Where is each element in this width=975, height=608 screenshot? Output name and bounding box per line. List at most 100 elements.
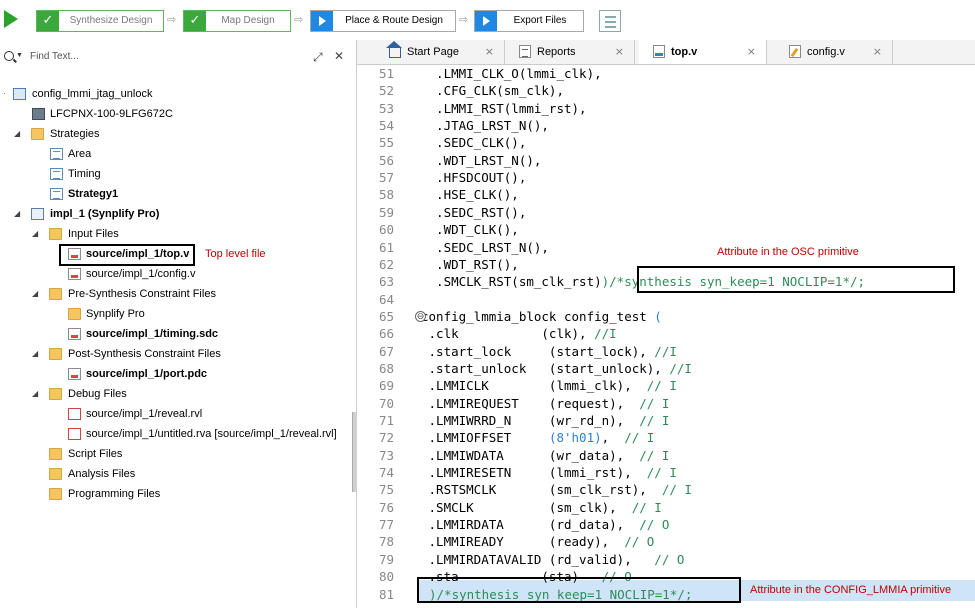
- code-text: .LMMI_RST(lmmi_rst),: [421, 100, 587, 117]
- line-number: 61: [378, 239, 394, 255]
- export-files-button[interactable]: Export Files: [474, 10, 584, 32]
- report-checklist-button[interactable]: [599, 10, 621, 32]
- code-line: 73 .LMMIWDATA (wr_data), // I: [357, 447, 975, 464]
- line-number: 66: [378, 326, 394, 342]
- step-label: Export Files: [513, 15, 567, 26]
- line-number: 69: [378, 378, 394, 394]
- code-comment: // I: [639, 395, 670, 411]
- tree-item-label: Programming Files: [68, 488, 161, 500]
- code-text: .HSE_CLK(),: [421, 186, 519, 203]
- code-text: .LMMIREADY (ready), // O: [421, 533, 655, 550]
- chevron-down-icon[interactable]: ◢: [14, 125, 24, 143]
- annotation-top-level-file: Top level file: [205, 248, 266, 260]
- tree-item-label: Timing: [68, 168, 101, 180]
- chevron-down-icon[interactable]: ·: [3, 85, 13, 103]
- code-line: 61 .SEDC_LRST_N(),: [357, 239, 975, 256]
- code-line: 67 .start_lock (start_lock), //I: [357, 343, 975, 360]
- line-number: 64: [378, 291, 394, 307]
- search-icon[interactable]: [4, 51, 14, 61]
- line-number: 53: [378, 100, 394, 116]
- code-token: .LMMIRDATA (rd_data),: [421, 517, 640, 533]
- line-number: 65: [378, 308, 394, 324]
- step-label: Map Design: [221, 15, 275, 26]
- code-token: .LMMIREADY (ready),: [421, 534, 625, 550]
- code-line: 53 .LMMI_RST(lmmi_rst),: [357, 100, 975, 117]
- close-icon[interactable]: ✕: [334, 49, 344, 63]
- tab-top-v[interactable]: top.v ×: [639, 40, 767, 64]
- code-token: ,: [601, 430, 625, 446]
- code-comment: // I: [646, 465, 677, 481]
- chevron-down-icon[interactable]: ▼: [16, 52, 23, 59]
- strategy-edit-icon: [50, 188, 63, 200]
- code-editor[interactable]: 51 .LMMI_CLK_O(lmmi_clk), 52 .CFG_CLK(sm_…: [357, 65, 975, 608]
- code-literal: (8'h01): [548, 430, 602, 446]
- highlight-box-osc-attribute: [637, 266, 955, 293]
- line-number: 67: [378, 343, 394, 359]
- code-token: .CFG_CLK(sm_clk),: [421, 83, 564, 99]
- tree-item-label: source/impl_1/timing.sdc: [86, 328, 219, 340]
- close-icon[interactable]: ×: [485, 40, 494, 64]
- chevron-down-icon[interactable]: ◢: [32, 385, 42, 403]
- code-comment: // I: [639, 413, 670, 428]
- code-token: .LMMI_RST(lmmi_rst),: [421, 100, 587, 116]
- map-design-button[interactable]: ✓ Map Design: [183, 10, 291, 32]
- fold-toggle-icon[interactable]: ⊖: [415, 311, 426, 322]
- code-text: .SEDC_CLK(),: [421, 134, 526, 151]
- code-comment: //I: [594, 326, 617, 342]
- code-token: .SEDC_CLK(),: [421, 135, 527, 151]
- code-text: .start_unlock (start_unlock), //I: [421, 360, 692, 377]
- close-icon[interactable]: ×: [873, 40, 882, 64]
- folder-icon: [49, 448, 62, 460]
- code-line: 66 .clk (clk), //I: [357, 325, 975, 342]
- step-label: Synthesize Design: [69, 15, 153, 26]
- code-token: .LMMIWDATA (wr_data),: [421, 447, 640, 463]
- code-text: .LMMIREQUEST (request), // I: [421, 395, 670, 412]
- tab-reports[interactable]: Reports ×: [505, 40, 635, 64]
- strategy-icon: [50, 168, 63, 180]
- tab-config-v[interactable]: config.v ×: [775, 40, 893, 64]
- tab-label: top.v: [671, 46, 698, 58]
- code-text: .SEDC_LRST_N(),: [421, 239, 549, 256]
- line-number: 63: [378, 274, 394, 290]
- line-number: 51: [378, 66, 394, 81]
- folder-icon: [31, 128, 44, 140]
- run-all-button[interactable]: [4, 10, 18, 28]
- annotation-cfg-primitive: Attribute in the CONFIG_LMMIA primitive: [750, 584, 952, 596]
- code-text: .WDT_CLK(),: [421, 221, 519, 238]
- tree-item-label: source/impl_1/untitled.rva [source/impl_…: [86, 428, 337, 440]
- close-icon[interactable]: ×: [747, 40, 756, 64]
- tab-start-page[interactable]: Start Page ×: [375, 40, 505, 64]
- line-number: 59: [378, 204, 394, 220]
- highlight-box-top-file: [59, 244, 195, 266]
- tree-item-label: config_lmmi_jtag_unlock: [32, 88, 153, 100]
- code-text: .SMCLK (sm_clk), // I: [421, 499, 662, 516]
- line-number: 70: [378, 395, 394, 411]
- code-token: .LMMIOFFSET: [421, 430, 549, 446]
- search-bar: ▼ ⤢ ✕: [0, 48, 356, 66]
- close-icon[interactable]: ×: [615, 40, 624, 64]
- report-icon: [519, 45, 531, 58]
- search-input[interactable]: [30, 49, 300, 64]
- code-line: 52 .CFG_CLK(sm_clk),: [357, 82, 975, 99]
- chevron-down-icon[interactable]: ◢: [32, 285, 42, 303]
- line-number: 62: [378, 256, 394, 272]
- code-text: .LMMIOFFSET (8'h01), // I: [421, 429, 655, 446]
- chevron-down-icon[interactable]: ◢: [32, 225, 42, 243]
- line-number: 72: [378, 430, 394, 446]
- tree-item-label: Synplify Pro: [86, 308, 145, 320]
- code-comment: // O: [654, 551, 685, 567]
- synthesize-design-button[interactable]: ✓ Synthesize Design: [36, 10, 164, 32]
- annotation-osc-primitive: Attribute in the OSC primitive: [717, 246, 859, 258]
- place-route-design-button[interactable]: Place & Route Design: [310, 10, 456, 32]
- chevron-down-icon[interactable]: ◢: [32, 345, 42, 363]
- chip-icon: [32, 108, 45, 120]
- chevron-down-icon[interactable]: ◢: [14, 205, 24, 223]
- detach-icon[interactable]: ⤢: [313, 50, 323, 65]
- tree-item-label: Strategy1: [68, 188, 119, 200]
- line-number: 79: [378, 551, 394, 567]
- code-paren: (: [654, 308, 662, 324]
- code-comment: // I: [646, 378, 677, 394]
- code-token: .HSE_CLK(),: [421, 187, 519, 203]
- code-line: 60 .WDT_CLK(),: [357, 221, 975, 238]
- tab-label: Reports: [537, 46, 576, 58]
